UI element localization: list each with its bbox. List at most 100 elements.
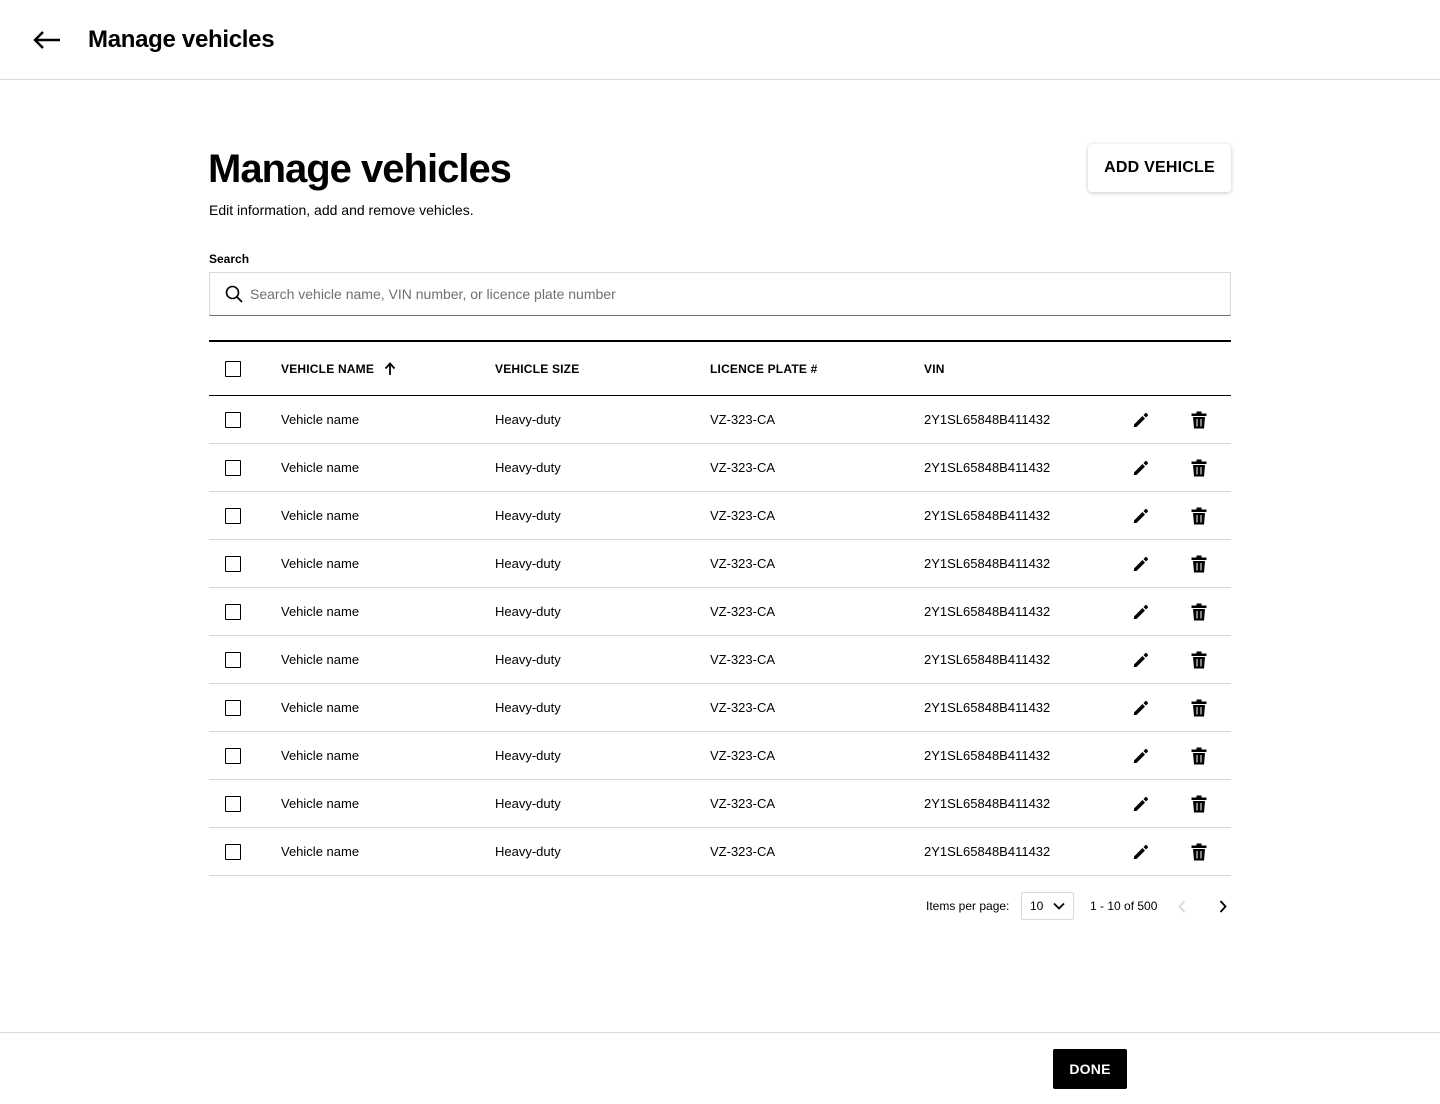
select-all-checkbox[interactable] — [225, 360, 241, 377]
top-bar: Manage vehicles — [0, 0, 1440, 80]
vehicle-name-cell: Vehicle name — [281, 412, 360, 427]
licence-plate-cell: VZ-323-CA — [710, 796, 776, 811]
vin-cell: 2Y1SL65848B411432 — [924, 604, 1051, 619]
pencil-icon — [1132, 603, 1150, 621]
vehicle-size-cell: Heavy-duty — [495, 796, 561, 811]
vin-cell: 2Y1SL65848B411432 — [924, 796, 1051, 811]
edit-button[interactable] — [1129, 588, 1153, 635]
licence-plate-cell: VZ-323-CA — [710, 748, 776, 763]
delete-button[interactable] — [1187, 588, 1211, 635]
vehicle-size-cell: Heavy-duty — [495, 556, 561, 571]
column-header-vehicle-size[interactable]: VEHICLE SIZE — [495, 342, 579, 395]
vin-cell: 2Y1SL65848B411432 — [924, 508, 1051, 523]
pencil-icon — [1132, 843, 1150, 861]
edit-button[interactable] — [1129, 636, 1153, 683]
search-label: Search — [209, 252, 250, 266]
row-select-cell — [225, 732, 241, 779]
delete-button[interactable] — [1187, 444, 1211, 491]
pencil-icon — [1132, 651, 1150, 669]
pencil-icon — [1132, 795, 1150, 813]
delete-button[interactable] — [1187, 540, 1211, 587]
edit-button[interactable] — [1129, 396, 1153, 443]
table-row: Vehicle name Heavy-duty VZ-323-CA 2Y1SL6584… — [209, 396, 1231, 444]
search-field[interactable] — [209, 272, 1231, 316]
delete-button[interactable] — [1187, 828, 1211, 875]
top-bar-title: Manage vehicles — [88, 26, 275, 53]
vehicle-size-cell: Heavy-duty — [495, 412, 561, 427]
edit-button[interactable] — [1129, 540, 1153, 587]
delete-button[interactable] — [1187, 396, 1211, 443]
vehicle-name-cell: Vehicle name — [281, 556, 360, 571]
edit-button[interactable] — [1129, 732, 1153, 779]
select-all-cell — [225, 342, 241, 395]
arrow-up-icon — [384, 362, 396, 375]
trash-icon — [1191, 699, 1207, 717]
row-select-cell — [225, 588, 241, 635]
trash-icon — [1191, 603, 1207, 621]
search-icon — [224, 284, 244, 304]
row-checkbox[interactable] — [225, 843, 241, 860]
search-input[interactable] — [250, 273, 1230, 315]
vin-cell: 2Y1SL65848B411432 — [924, 460, 1051, 475]
row-select-cell — [225, 828, 241, 875]
row-checkbox[interactable] — [225, 795, 241, 812]
vehicle-name-cell: Vehicle name — [281, 460, 360, 475]
vehicle-size-cell: Heavy-duty — [495, 508, 561, 523]
trash-icon — [1191, 651, 1207, 669]
row-select-cell — [225, 636, 241, 683]
row-checkbox[interactable] — [225, 651, 241, 668]
chevron-left-icon — [1178, 899, 1186, 913]
edit-button[interactable] — [1129, 444, 1153, 491]
vehicle-size-cell: Heavy-duty — [495, 748, 561, 763]
trash-icon — [1191, 843, 1207, 861]
licence-plate-cell: VZ-323-CA — [710, 652, 776, 667]
row-select-cell — [225, 396, 241, 443]
pencil-icon — [1132, 699, 1150, 717]
vehicle-name-cell: Vehicle name — [281, 652, 360, 667]
row-checkbox[interactable] — [225, 747, 241, 764]
table-row: Vehicle name Heavy-duty VZ-323-CA 2Y1SL6584… — [209, 828, 1231, 876]
edit-button[interactable] — [1129, 828, 1153, 875]
table-row: Vehicle name Heavy-duty VZ-323-CA 2Y1SL6584… — [209, 732, 1231, 780]
column-header-vin[interactable]: VIN — [924, 342, 945, 395]
row-checkbox[interactable] — [225, 699, 241, 716]
delete-button[interactable] — [1187, 636, 1211, 683]
licence-plate-cell: VZ-323-CA — [710, 556, 776, 571]
edit-button[interactable] — [1129, 492, 1153, 539]
items-per-page-select[interactable]: 10 — [1021, 892, 1074, 920]
trash-icon — [1191, 459, 1207, 477]
edit-button[interactable] — [1129, 684, 1153, 731]
vehicle-name-cell: Vehicle name — [281, 844, 360, 859]
licence-plate-cell: VZ-323-CA — [710, 700, 776, 715]
trash-icon — [1191, 411, 1207, 429]
vehicles-table: VEHICLE NAME VEHICLE SIZE LICENCE PLATE … — [209, 340, 1231, 876]
row-checkbox[interactable] — [225, 411, 241, 428]
next-page-button[interactable] — [1215, 898, 1231, 914]
chevron-down-icon — [1053, 902, 1065, 910]
back-button[interactable] — [30, 26, 64, 54]
delete-button[interactable] — [1187, 732, 1211, 779]
column-header-licence-plate[interactable]: LICENCE PLATE # — [710, 342, 817, 395]
previous-page-button[interactable] — [1174, 898, 1190, 914]
column-header-vehicle-name[interactable]: VEHICLE NAME — [281, 342, 396, 395]
row-checkbox[interactable] — [225, 555, 241, 572]
row-checkbox[interactable] — [225, 459, 241, 476]
vehicle-name-cell: Vehicle name — [281, 700, 360, 715]
delete-button[interactable] — [1187, 492, 1211, 539]
row-checkbox[interactable] — [225, 507, 241, 524]
add-vehicle-button[interactable]: ADD VEHICLE — [1088, 144, 1231, 192]
table-row: Vehicle name Heavy-duty VZ-323-CA 2Y1SL6584… — [209, 636, 1231, 684]
pencil-icon — [1132, 411, 1150, 429]
delete-button[interactable] — [1187, 684, 1211, 731]
pencil-icon — [1132, 747, 1150, 765]
pagination-range: 1 - 10 of 500 — [1090, 899, 1158, 913]
arrow-left-icon — [33, 31, 60, 49]
delete-button[interactable] — [1187, 780, 1211, 827]
row-checkbox[interactable] — [225, 603, 241, 620]
edit-button[interactable] — [1129, 780, 1153, 827]
trash-icon — [1191, 555, 1207, 573]
done-button[interactable]: DONE — [1053, 1049, 1127, 1089]
chevron-right-icon — [1219, 899, 1227, 913]
vehicle-name-cell: Vehicle name — [281, 604, 360, 619]
pagination: Items per page: 10 1 - 10 of 500 — [926, 892, 1231, 920]
